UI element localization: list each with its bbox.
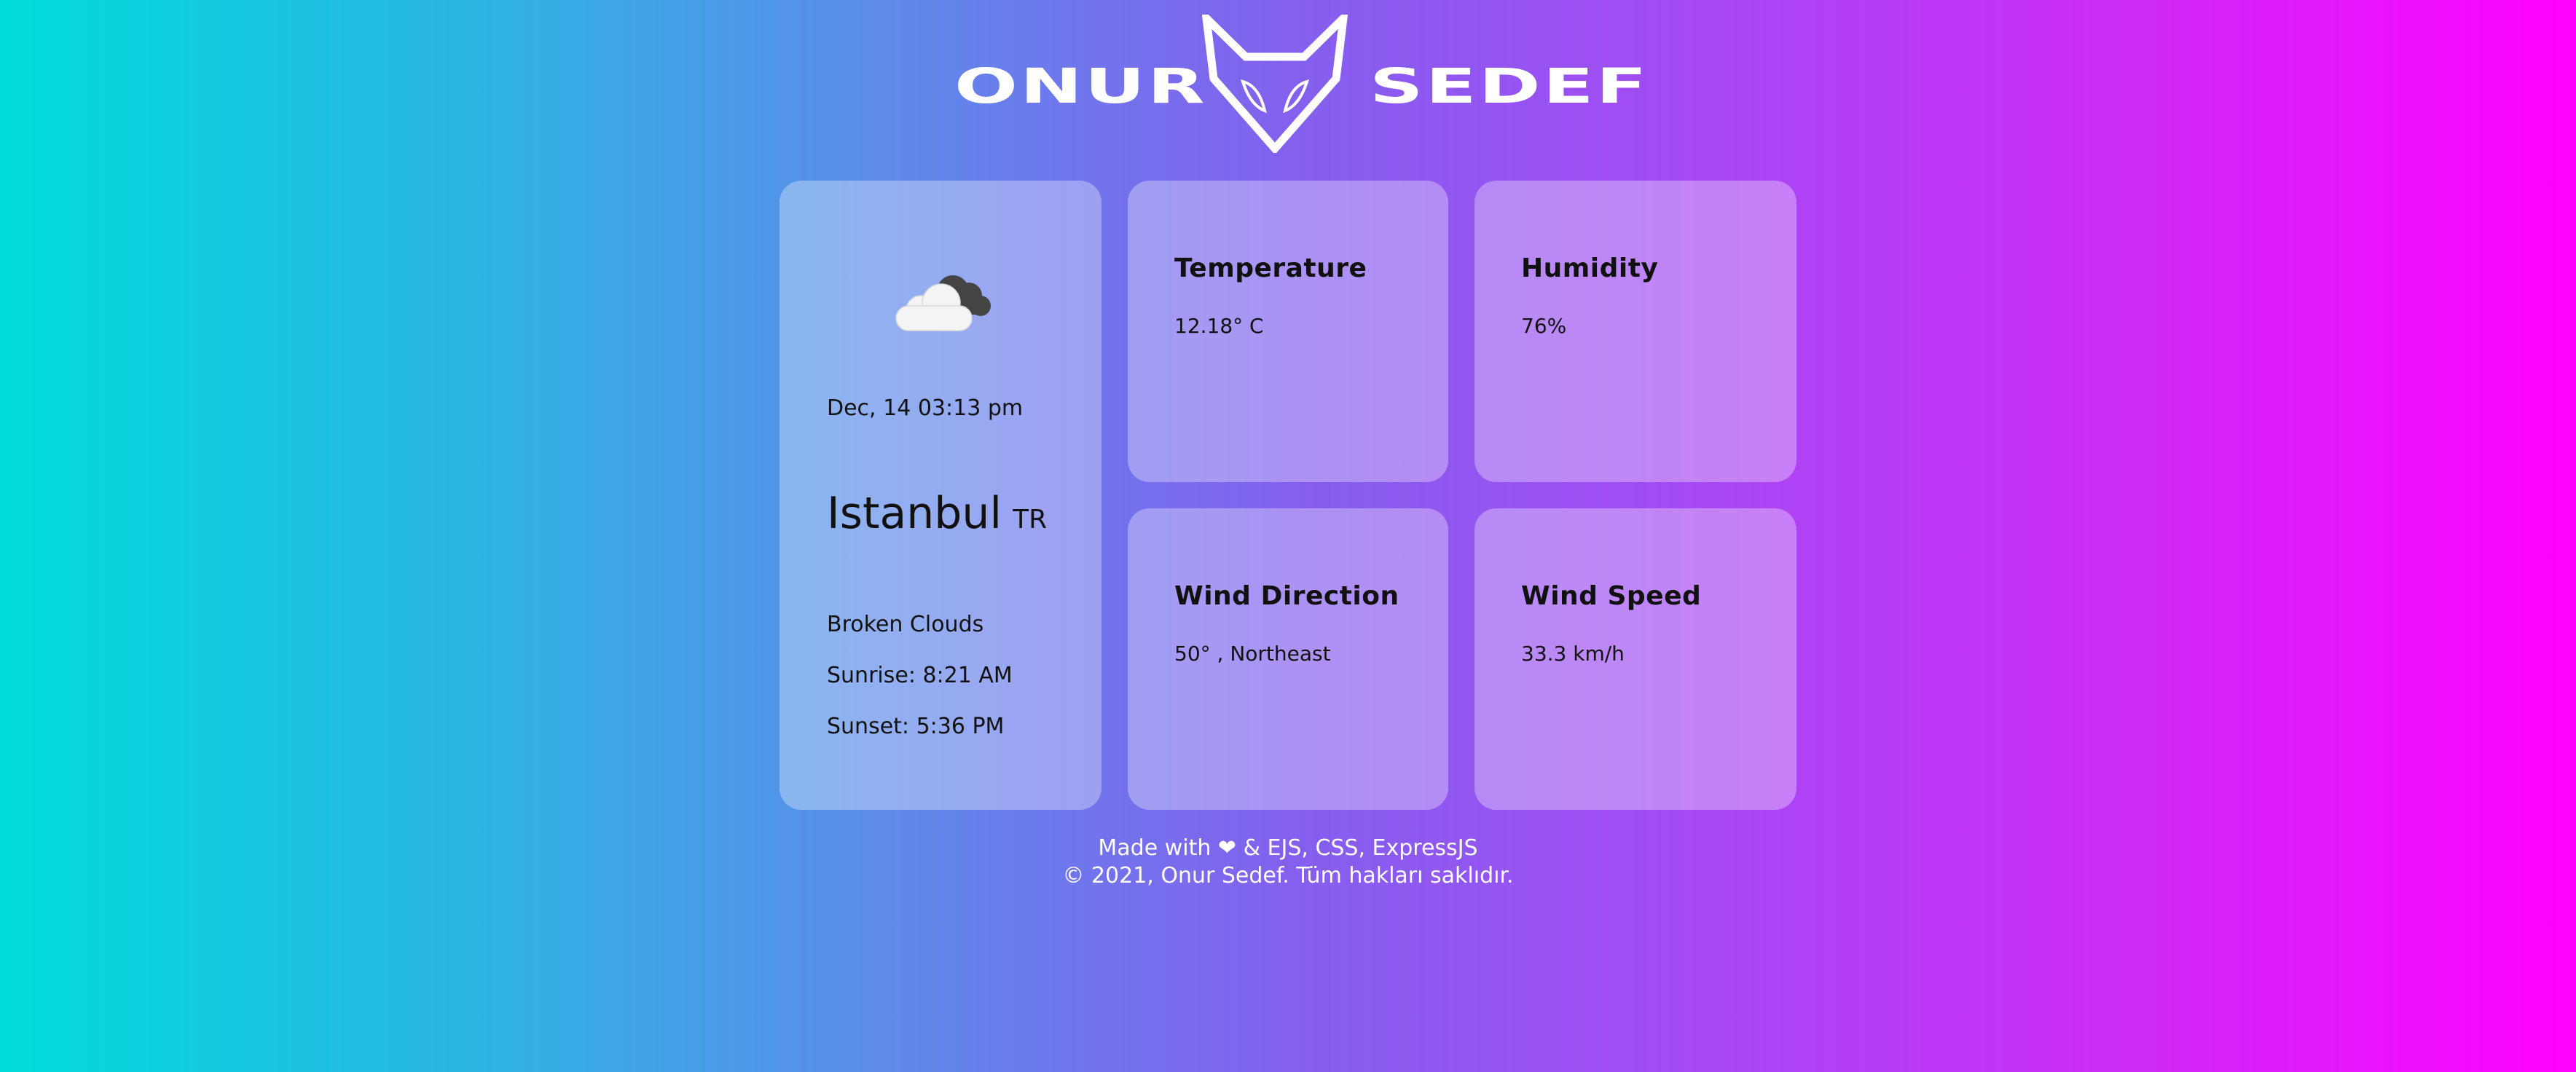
made-with-suffix: & EJS, CSS, ExpressJS bbox=[1243, 835, 1478, 861]
country-code: TR bbox=[1013, 505, 1048, 535]
wind-speed-value: 33.3 km/h bbox=[1521, 642, 1625, 666]
humidity-value: 76% bbox=[1521, 314, 1567, 338]
made-with-line: Made with ❤ & EJS, CSS, ExpressJS bbox=[0, 835, 2576, 862]
temperature-title: Temperature bbox=[1174, 253, 1367, 283]
wind-speed-title: Wind Speed bbox=[1521, 581, 1702, 611]
wind-speed-tile: Wind Speed 33.3 km/h bbox=[1474, 508, 1796, 810]
city-name: Istanbul bbox=[827, 488, 1002, 539]
sunset-time: Sunset: 5:36 PM bbox=[827, 714, 1005, 739]
current-weather-card: Dec, 14 03:13 pm Istanbul TR Broken Clou… bbox=[780, 181, 1102, 810]
copyright-text: © 2021, Onur Sedef. Tüm hakları saklıdır… bbox=[1062, 863, 1514, 888]
wind-direction-value: 50° , Northeast bbox=[1174, 642, 1331, 666]
temperature-value: 12.18° C bbox=[1174, 314, 1264, 338]
weather-condition: Broken Clouds bbox=[827, 612, 984, 637]
humidity-title: Humidity bbox=[1521, 253, 1659, 283]
brand-name-left: ONUR bbox=[954, 58, 1207, 114]
fox-head-logo-icon bbox=[1201, 15, 1348, 153]
wind-direction-tile: Wind Direction 50° , Northeast bbox=[1128, 508, 1448, 810]
broken-clouds-icon bbox=[895, 275, 991, 331]
temperature-tile: Temperature 12.18° C bbox=[1128, 181, 1448, 482]
sunrise-time: Sunrise: 8:21 AM bbox=[827, 663, 1013, 688]
site-footer: Made with ❤ & EJS, CSS, ExpressJS © 2021… bbox=[0, 835, 2576, 890]
date-time: Dec, 14 03:13 pm bbox=[827, 395, 1024, 421]
wind-direction-title: Wind Direction bbox=[1174, 581, 1399, 611]
humidity-tile: Humidity 76% bbox=[1474, 181, 1796, 482]
location: Istanbul TR bbox=[827, 488, 1047, 539]
site-header: ONUR SEDEF bbox=[0, 15, 2576, 153]
made-with-prefix: Made with bbox=[1098, 835, 1212, 861]
brand-name-right: SEDEF bbox=[1370, 58, 1649, 114]
heart-icon: ❤ bbox=[1217, 835, 1237, 861]
